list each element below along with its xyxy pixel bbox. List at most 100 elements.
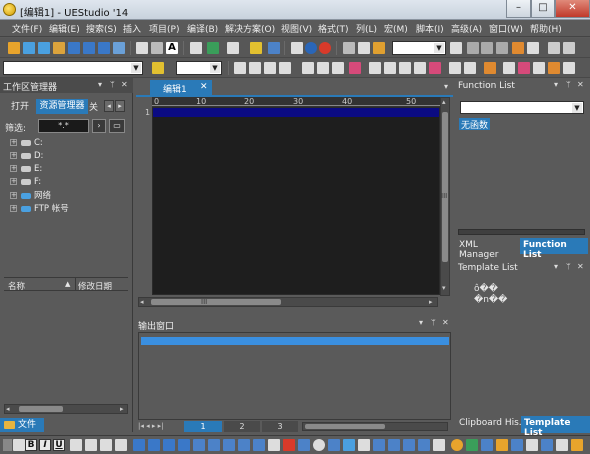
- menu-build[interactable]: 编译(B): [187, 22, 218, 35]
- expand-icon[interactable]: +: [10, 165, 17, 172]
- color-icon[interactable]: [451, 439, 463, 451]
- hscroll-thumb[interactable]: [151, 299, 281, 305]
- hr-icon[interactable]: [268, 439, 280, 451]
- column-mode-icon[interactable]: [464, 62, 476, 74]
- font-icon[interactable]: A: [166, 42, 178, 54]
- justify-icon[interactable]: [115, 439, 127, 451]
- page-icon[interactable]: [227, 42, 239, 54]
- input-icon[interactable]: [343, 439, 355, 451]
- anchor-icon[interactable]: [313, 439, 325, 451]
- pin-icon[interactable]: ᛘ: [566, 80, 571, 89]
- indent-icon[interactable]: [234, 62, 246, 74]
- function-list-hscroll[interactable]: [458, 229, 585, 235]
- tab-scroll-left-icon[interactable]: ◂: [104, 100, 114, 112]
- close-icon[interactable]: ✕: [121, 80, 128, 89]
- highlight-icon[interactable]: [152, 62, 164, 74]
- indent-icon[interactable]: [163, 439, 175, 451]
- tree-item-c[interactable]: + C:: [10, 138, 43, 148]
- editor-hscroll[interactable]: ◂ III ▸: [138, 297, 438, 307]
- scroll-down-icon[interactable]: ▾: [442, 284, 446, 292]
- chevron-down-icon[interactable]: ▼: [434, 43, 444, 53]
- panel-dropdown-icon[interactable]: ▾: [554, 80, 558, 89]
- tree-item-ftp[interactable]: + FTP 帐号: [10, 202, 69, 214]
- filter-apply-icon[interactable]: ›: [92, 119, 106, 133]
- tab-xml-manager[interactable]: XML Manager: [456, 238, 520, 260]
- unordered-list-icon[interactable]: [148, 439, 160, 451]
- underline-button[interactable]: U: [53, 439, 65, 451]
- options-icon[interactable]: [563, 62, 575, 74]
- tab-explorer[interactable]: 资源管理器: [36, 99, 88, 114]
- validate-icon[interactable]: [466, 439, 478, 451]
- scroll-right-icon[interactable]: ▸: [429, 298, 433, 306]
- align-right-icon[interactable]: [279, 62, 291, 74]
- replace-icon[interactable]: [496, 42, 508, 54]
- hex-icon[interactable]: [449, 62, 461, 74]
- pin-icon[interactable]: ᛘ: [566, 262, 571, 271]
- tab-scroll-right-icon[interactable]: ▸: [115, 100, 125, 112]
- function-list-item[interactable]: 无函数: [459, 118, 491, 131]
- bookmark-icon[interactable]: [512, 42, 524, 54]
- textarea-icon[interactable]: [418, 439, 430, 451]
- new-file-icon[interactable]: [8, 42, 20, 54]
- filter-input[interactable]: *.*: [38, 119, 89, 133]
- column-modified[interactable]: 修改日期: [78, 280, 112, 292]
- align-left-icon[interactable]: [70, 439, 82, 451]
- frame-icon[interactable]: [511, 439, 523, 451]
- tab-list-icon[interactable]: ▾: [444, 82, 448, 91]
- paste-icon[interactable]: [373, 42, 385, 54]
- template-item[interactable]: ô��: [474, 284, 498, 294]
- scroll-left-icon[interactable]: ◂: [6, 405, 10, 413]
- radio-icon[interactable]: [388, 439, 400, 451]
- spreadsheet-icon[interactable]: [207, 42, 219, 54]
- panel-dropdown-icon[interactable]: ▾: [419, 318, 423, 327]
- expand-icon[interactable]: +: [10, 139, 17, 146]
- function-filter-combo[interactable]: ▼: [460, 101, 584, 114]
- columns-icon[interactable]: [250, 42, 262, 54]
- spell-icon[interactable]: [429, 62, 441, 74]
- bold-button[interactable]: B: [25, 439, 37, 451]
- browse-folder-icon[interactable]: ▭: [109, 119, 125, 133]
- tree-item-e[interactable]: + E:: [10, 164, 42, 174]
- window-icon[interactable]: [268, 42, 280, 54]
- editor-text-area[interactable]: 1: [145, 107, 440, 295]
- anchor-link-icon[interactable]: [358, 439, 370, 451]
- minimize-button[interactable]: –: [506, 0, 531, 18]
- close-button[interactable]: ✕: [555, 0, 590, 18]
- uppercase-icon[interactable]: [317, 62, 329, 74]
- open-folder-icon[interactable]: [53, 42, 65, 54]
- div-icon[interactable]: [541, 439, 553, 451]
- close-icon[interactable]: ✕: [442, 318, 449, 327]
- menu-script[interactable]: 脚本(I): [416, 22, 444, 35]
- form-icon[interactable]: [328, 439, 340, 451]
- scroll-left-icon[interactable]: ◂: [140, 298, 144, 306]
- save-all-icon[interactable]: [98, 42, 110, 54]
- hscroll-thumb[interactable]: [19, 406, 63, 412]
- tab-icon[interactable]: [369, 62, 381, 74]
- menu-insert[interactable]: 插入: [123, 22, 141, 35]
- print-preview-icon[interactable]: [151, 42, 163, 54]
- expand-icon[interactable]: +: [10, 205, 17, 212]
- help-icon[interactable]: [563, 42, 575, 54]
- menu-column[interactable]: 列(L): [356, 22, 377, 35]
- close-icon[interactable]: ✕: [577, 80, 584, 89]
- sort-asc-icon[interactable]: ▲: [65, 280, 70, 288]
- browser-icon[interactable]: [319, 42, 331, 54]
- tree-item-d[interactable]: + D:: [10, 151, 43, 161]
- tab-clipboard-history[interactable]: Clipboard His...: [456, 416, 522, 433]
- page-tab-3[interactable]: 3: [262, 421, 298, 432]
- align-center-icon[interactable]: [85, 439, 97, 451]
- css-icon[interactable]: [481, 439, 493, 451]
- open-icon[interactable]: [68, 42, 80, 54]
- menu-project[interactable]: 项目(P): [149, 22, 179, 35]
- align-right-icon[interactable]: [100, 439, 112, 451]
- back-icon[interactable]: [23, 42, 35, 54]
- close-tab-icon[interactable]: ✕: [200, 82, 208, 92]
- lowercase-icon[interactable]: [332, 62, 344, 74]
- trim-icon[interactable]: [399, 62, 411, 74]
- size-combo[interactable]: ▼: [176, 61, 222, 75]
- chevron-down-icon[interactable]: ▼: [210, 63, 220, 73]
- merge-icon[interactable]: [238, 439, 250, 451]
- pin-icon[interactable]: ᛘ: [110, 80, 115, 89]
- ftp-icon[interactable]: [484, 62, 496, 74]
- cut-icon[interactable]: [343, 42, 355, 54]
